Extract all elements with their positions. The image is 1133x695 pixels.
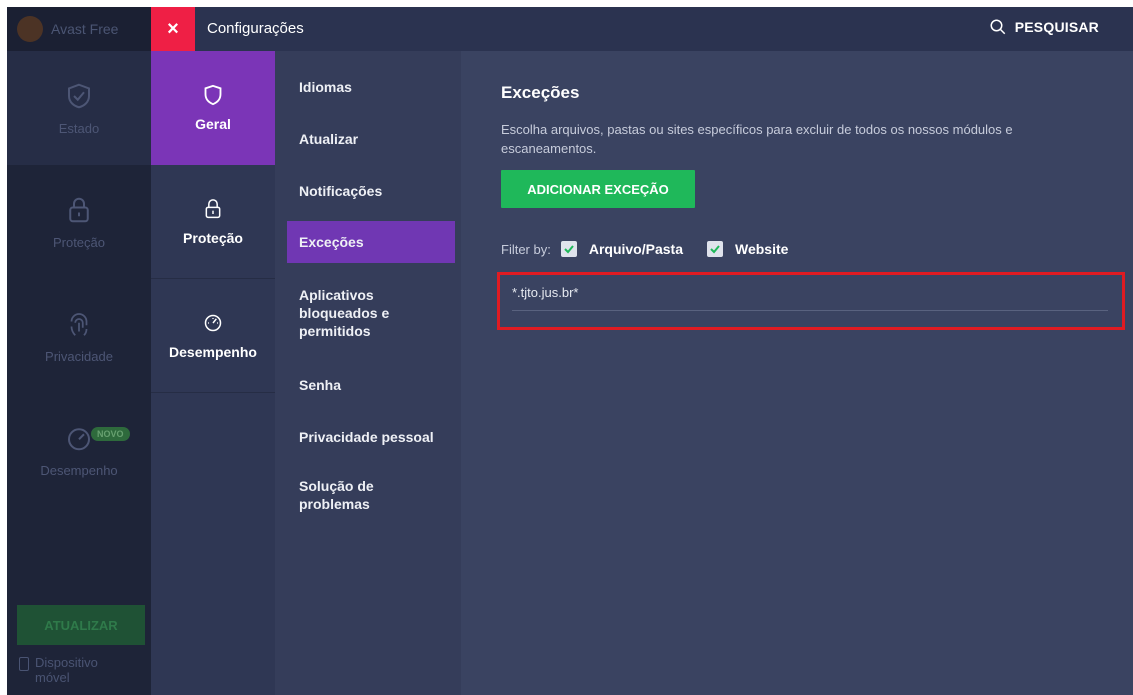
avast-logo-icon — [17, 16, 43, 42]
background-nav-label: Estado — [58, 120, 100, 136]
background-mobile-link: Dispositivo móvel — [19, 655, 115, 685]
background-sidebar: Avast Free Estado Proteção Privacidade D… — [7, 7, 151, 695]
background-app-title: Avast Free — [51, 21, 119, 37]
shield-icon — [204, 84, 222, 106]
submenu-aplicativos[interactable]: Aplicativos bloqueados e permitidos — [287, 281, 455, 345]
checkmark-icon — [564, 245, 574, 254]
category-geral[interactable]: Geral — [151, 51, 275, 165]
background-nav-protecao: Proteção — [7, 165, 151, 279]
submenu-atualizar[interactable]: Atualizar — [287, 123, 455, 155]
lock-icon — [69, 197, 89, 222]
add-exception-button[interactable]: ADICIONAR EXCEÇÃO — [501, 170, 695, 208]
exceptions-list: *.tjto.jus.br* — [497, 272, 1125, 330]
category-desempenho[interactable]: Desempenho — [151, 279, 275, 393]
settings-submenu: Idiomas Atualizar Notificações Exceções … — [275, 51, 461, 695]
category-label: Geral — [195, 116, 231, 132]
background-titlebar: Avast Free — [7, 7, 151, 51]
speedometer-icon — [68, 427, 90, 450]
search-button[interactable]: PESQUISAR — [989, 18, 1099, 36]
search-icon — [990, 19, 1006, 35]
file-folder-checkbox[interactable] — [560, 241, 577, 257]
website-checkbox[interactable] — [706, 241, 723, 257]
submenu-privacidade-pessoal[interactable]: Privacidade pessoal — [287, 421, 455, 453]
submenu-solucao-de-problemas[interactable]: Solução de problemas — [287, 473, 455, 517]
settings-categories: Geral Proteção Desempenho — [151, 51, 275, 695]
background-nav-label: Privacidade — [45, 348, 113, 364]
section-title: Exceções — [501, 83, 580, 102]
category-label: Proteção — [183, 229, 243, 246]
background-update-button: ATUALIZAR — [17, 605, 145, 645]
file-folder-label: Arquivo/Pasta — [588, 241, 683, 257]
submenu-idiomas[interactable]: Idiomas — [287, 71, 455, 103]
new-badge: NOVO — [91, 427, 130, 441]
window-title: Configurações — [207, 20, 304, 37]
speedometer-icon — [204, 314, 222, 331]
app-frame: Avast Free Estado Proteção Privacidade D… — [7, 7, 1133, 695]
category-label: Desempenho — [169, 343, 257, 360]
background-nav-label: Desempenho — [40, 462, 118, 478]
filter-bar: Filter by: Arquivo/Pasta Website — [501, 241, 812, 257]
submenu-excecoes[interactable]: Exceções — [287, 221, 455, 263]
close-button[interactable]: × — [151, 7, 195, 51]
close-icon: × — [167, 17, 179, 40]
settings-topbar: × Configurações PESQUISAR — [151, 7, 1133, 51]
fingerprint-icon — [70, 312, 88, 336]
submenu-notificacoes[interactable]: Notificações — [287, 175, 455, 207]
search-label: PESQUISAR — [1014, 19, 1099, 35]
background-nav-desempenho: Desempenho — [7, 393, 151, 507]
category-protecao[interactable]: Proteção — [151, 165, 275, 279]
background-nav-privacidade: Privacidade — [7, 279, 151, 393]
submenu-senha[interactable]: Senha — [287, 369, 455, 401]
background-mobile-label: Dispositivo móvel — [35, 655, 98, 685]
background-nav-estado: Estado — [7, 51, 151, 165]
exceptions-panel: Exceções Escolha arquivos, pastas ou sit… — [461, 51, 1133, 695]
exception-item[interactable]: *.tjto.jus.br* — [512, 285, 1108, 311]
settings-window: × Configurações PESQUISAR Geral Proteção… — [151, 7, 1133, 695]
lock-icon — [205, 198, 221, 218]
checkmark-icon — [710, 245, 720, 254]
section-description: Escolha arquivos, pastas ou sites especí… — [501, 122, 1013, 156]
filter-label: Filter by: — [501, 241, 551, 257]
shield-check-icon — [68, 83, 90, 108]
mobile-device-icon — [19, 657, 29, 671]
background-nav-label: Proteção — [52, 234, 106, 250]
website-label: Website — [734, 241, 789, 257]
